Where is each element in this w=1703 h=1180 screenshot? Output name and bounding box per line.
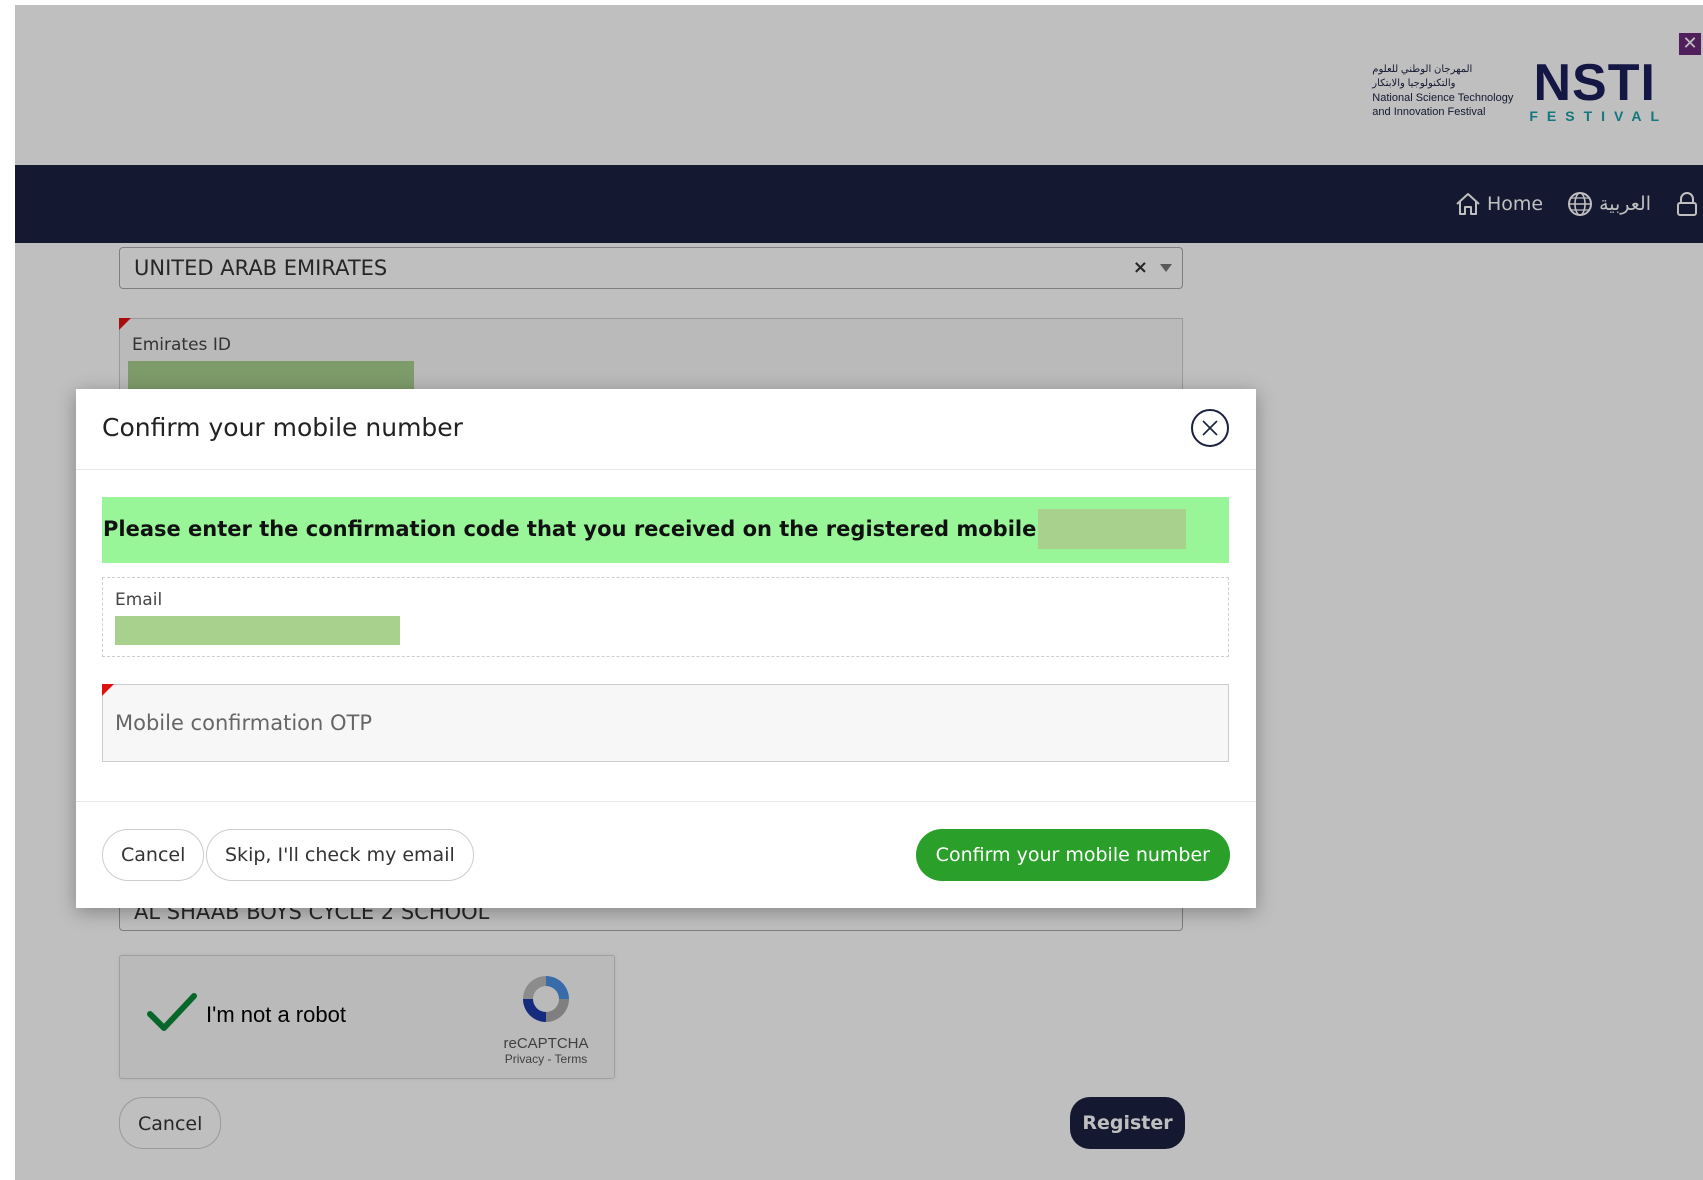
email-display: Email — [102, 577, 1229, 657]
top-strip — [0, 0, 1703, 5]
modal-title: Confirm your mobile number — [102, 413, 463, 442]
mobile-number-redacted — [1038, 509, 1186, 549]
confirm-mobile-button[interactable]: Confirm your mobile number — [915, 829, 1230, 881]
modal-cancel-button[interactable]: Cancel — [102, 829, 205, 881]
confirm-mobile-modal: Confirm your mobile number Please enter … — [76, 389, 1256, 908]
email-label: Email — [115, 590, 163, 610]
close-button[interactable] — [1191, 409, 1229, 447]
otp-input[interactable] — [115, 685, 1215, 761]
notice-text: Please enter the confirmation code that … — [103, 517, 1136, 541]
left-strip — [0, 0, 15, 1180]
skip-button[interactable]: Skip, I'll check my email — [206, 829, 474, 881]
email-redacted-value — [115, 616, 400, 645]
required-marker — [102, 684, 114, 696]
modal-header: Confirm your mobile number — [76, 389, 1256, 470]
modal-footer: Cancel Skip, I'll check my email Confirm… — [76, 801, 1256, 909]
confirmation-notice: Please enter the confirmation code that … — [102, 497, 1229, 563]
otp-field[interactable] — [102, 684, 1229, 762]
close-icon — [1202, 420, 1218, 436]
